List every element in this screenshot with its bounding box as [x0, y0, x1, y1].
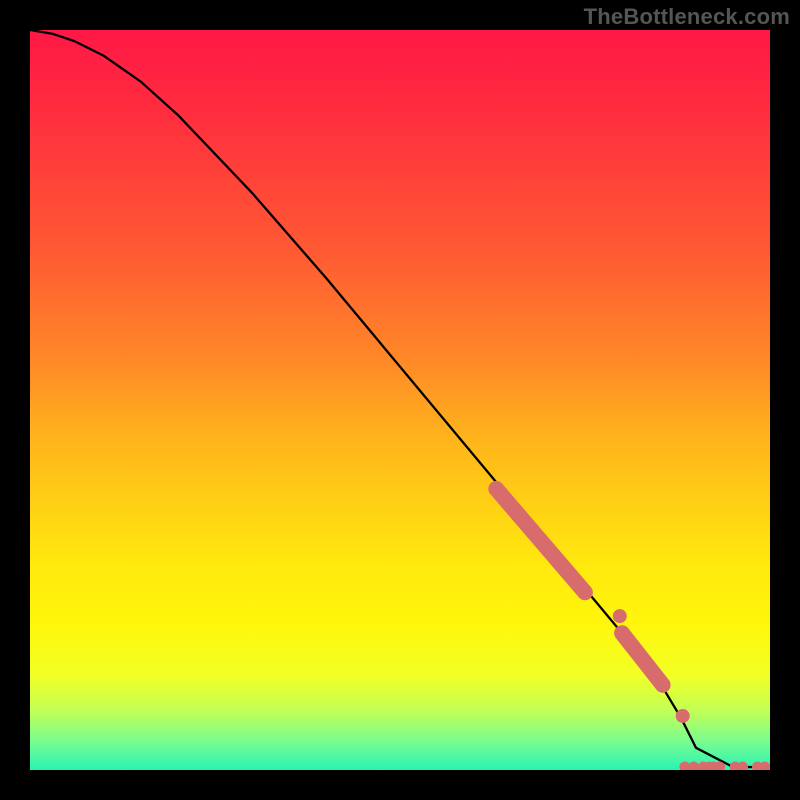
plot-area: [30, 30, 770, 770]
marker-band: [496, 489, 585, 593]
chart-overlay: [30, 30, 770, 770]
marker-dot: [613, 609, 627, 623]
bottom-marker-dot: [737, 762, 748, 770]
main-curve: [30, 30, 770, 767]
watermark-text: TheBottleneck.com: [584, 4, 790, 30]
chart-frame: TheBottleneck.com: [0, 0, 800, 800]
marker-bands: [496, 489, 689, 723]
marker-dot: [676, 709, 690, 723]
bottom-marker-dot: [688, 762, 699, 770]
marker-band: [622, 633, 663, 685]
